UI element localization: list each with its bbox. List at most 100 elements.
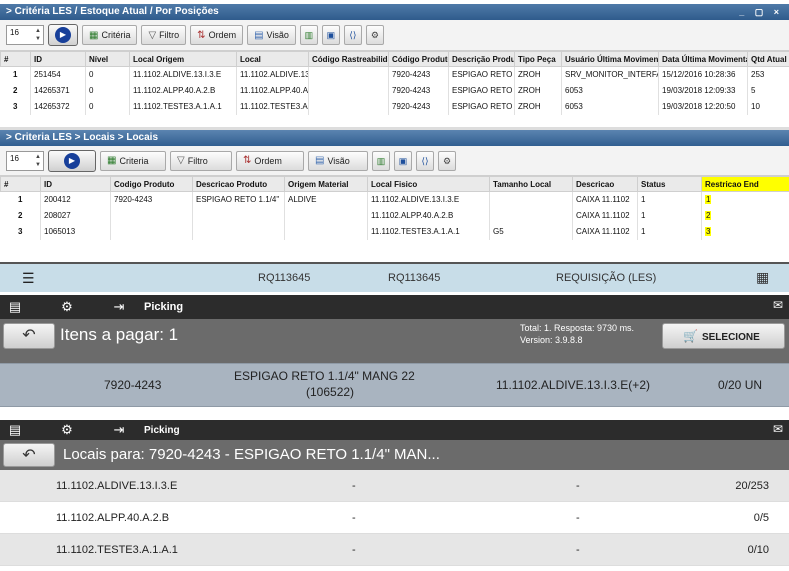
grid-icon: ▦ bbox=[89, 29, 99, 41]
menu-icon[interactable]: ☰ bbox=[22, 270, 35, 287]
logout-icon[interactable]: ⇥ bbox=[104, 299, 134, 315]
run-button[interactable]: ▶ bbox=[48, 149, 96, 172]
table-cell: 11.1102.ALPP.40.A.2.B bbox=[236, 82, 309, 99]
app-title: Picking bbox=[144, 301, 184, 313]
highlighted-value: 3 bbox=[705, 227, 712, 236]
panel-estoque: > Critéria LES / Estoque Atual / Por Pos… bbox=[0, 4, 789, 128]
column-header[interactable]: Descricao Produto bbox=[192, 176, 285, 192]
table-cell: 3 bbox=[0, 98, 31, 115]
version-text: Version: 3.9.8.8 bbox=[520, 335, 583, 345]
location-row[interactable]: 11.1102.TESTE3.A.1.A.1 - - 0/10 bbox=[0, 534, 789, 566]
logout-icon[interactable]: ⇥ bbox=[104, 422, 134, 438]
menu-icon[interactable]: ▤ bbox=[0, 422, 30, 438]
filter-button[interactable]: ▽ Filtro bbox=[170, 150, 232, 171]
column-header[interactable]: Local Origem bbox=[129, 51, 237, 67]
export-icon[interactable]: ▥ bbox=[372, 150, 390, 171]
code-icon[interactable]: ⟨⟩ bbox=[416, 150, 434, 171]
filter-button[interactable]: ▽ Filtro bbox=[141, 25, 187, 45]
table-cell bbox=[308, 66, 389, 83]
export-icon[interactable]: ▥ bbox=[299, 25, 318, 45]
table-row[interactable]: 3 1065013 11.1102.TESTE3.A.1.A.1 G5 CAIXA 11… bbox=[0, 223, 789, 240]
run-button[interactable]: ▶ bbox=[48, 24, 78, 46]
order-button[interactable]: ⇅ Ordem bbox=[190, 25, 244, 45]
column-header[interactable]: Descricao bbox=[572, 176, 638, 192]
boxes-icon: ▦ bbox=[756, 269, 770, 285]
requisition-bar[interactable]: ☰ RQ113645 RQ113645 REQUISIÇÃO (LES) ▦ bbox=[0, 262, 789, 292]
table-cell bbox=[110, 223, 193, 240]
locations-heading: Locais para: 7920-4243 - ESPIGAO RETO 1.… bbox=[63, 446, 440, 463]
column-header[interactable]: # bbox=[0, 51, 31, 67]
column-header[interactable]: Descrição Produto bbox=[448, 51, 515, 67]
column-header[interactable]: Usuário Última Movimentação bbox=[561, 51, 659, 67]
app-title: Picking bbox=[144, 424, 180, 436]
panel-locais: > Criteria LES > Locais > Locais 16 ▶ ▦C… bbox=[0, 130, 789, 246]
panel-title-text: > Critéria LES / Estoque Atual / Por Pos… bbox=[6, 6, 219, 17]
inbox-icon[interactable]: ✉ bbox=[773, 422, 783, 436]
column-header[interactable]: Código Rastreabilidade bbox=[308, 51, 389, 67]
table-cell: SRV_MONITOR_INTERFACE bbox=[561, 66, 659, 83]
table-cell: 15/12/2016 10:28:36 bbox=[658, 66, 748, 83]
column-header[interactable]: Qtd Atual bbox=[747, 51, 789, 67]
locations-header: ↶ Locais para: 7920-4243 - ESPIGAO RETO … bbox=[0, 440, 789, 470]
order-label: Ordem bbox=[254, 155, 282, 166]
table-cell: ESPIGAO RETO 1.1/4" bbox=[192, 191, 285, 208]
save-icon[interactable]: ▣ bbox=[394, 150, 412, 171]
column-header[interactable]: Status bbox=[637, 176, 702, 192]
table-cell: 11.1102.TESTE3.A.1.A.1 bbox=[129, 98, 237, 115]
inbox-icon[interactable]: ✉ bbox=[773, 298, 783, 312]
column-header[interactable]: Local Fisico bbox=[367, 176, 490, 192]
item-row[interactable]: 7920-4243 ESPIGAO RETO 1.1/4" MANG 22 (1… bbox=[0, 363, 789, 407]
back-button[interactable]: ↶ bbox=[3, 443, 55, 467]
page-size-spinner[interactable]: 16 bbox=[6, 25, 44, 45]
view-label: Visão bbox=[266, 30, 289, 40]
view-button[interactable]: ▤ Visão bbox=[247, 25, 296, 45]
location-row[interactable]: 11.1102.ALDIVE.13.I.3.E - - 20/253 bbox=[0, 470, 789, 502]
gear-icon[interactable]: ⚙ bbox=[52, 422, 82, 438]
column-header[interactable]: Tamanho Local bbox=[489, 176, 573, 192]
column-header[interactable]: Código Produto bbox=[388, 51, 449, 67]
table-row[interactable]: 1 200412 7920-4243 ESPIGAO RETO 1.1/4" ALDIV… bbox=[0, 191, 789, 208]
column-header[interactable]: Nível bbox=[85, 51, 130, 67]
table-row[interactable]: 2 208027 11.1102.ALPP.40.A.2.B CAIXA 11.110… bbox=[0, 207, 789, 224]
table-cell bbox=[110, 207, 193, 224]
criteria-button[interactable]: ▦ Criteria bbox=[100, 150, 166, 171]
window-controls[interactable]: _ ▢ × bbox=[739, 4, 783, 20]
page-size-spinner[interactable]: 16 bbox=[6, 150, 44, 171]
code-icon[interactable]: ⟨⟩ bbox=[343, 25, 362, 45]
table-cell: 3 bbox=[701, 223, 789, 240]
toolbar: 16 ▶ ▦Criteria ▽Filtro ⇅Ordem ▤Visão ▥ ▣… bbox=[0, 146, 789, 176]
table-cell: 14265371 bbox=[30, 82, 86, 99]
settings-icon[interactable]: ⚙ bbox=[438, 150, 456, 171]
column-header[interactable]: ID bbox=[40, 176, 111, 192]
table-row[interactable]: 1 251454 0 11.1102.ALDIVE.13.I.3.E 11.1102.A… bbox=[0, 66, 789, 83]
menu-icon[interactable]: ▤ bbox=[0, 299, 30, 315]
table-cell: 19/03/2018 12:09:33 bbox=[658, 82, 748, 99]
table-cell: 11.1102.ALPP.40.A.2.B bbox=[129, 82, 237, 99]
table-cell bbox=[308, 98, 389, 115]
select-button[interactable]: 🛒 SELECIONE bbox=[662, 323, 785, 349]
back-arrow-icon: ↶ bbox=[22, 327, 36, 344]
criteria-button[interactable]: ▦ Critéria bbox=[82, 25, 138, 45]
location-col-b: - bbox=[576, 480, 580, 492]
column-header[interactable]: Local bbox=[236, 51, 309, 67]
save-icon[interactable]: ▣ bbox=[321, 25, 340, 45]
order-button[interactable]: ⇅ Ordem bbox=[236, 150, 304, 171]
column-header[interactable]: ID bbox=[30, 51, 86, 67]
location-row[interactable]: 11.1102.ALPP.40.A.2.B - - 0/5 bbox=[0, 502, 789, 534]
table-cell: 200412 bbox=[40, 191, 111, 208]
table-row[interactable]: 3 14265372 0 11.1102.TESTE3.A.1.A.1 11.1102.… bbox=[0, 98, 789, 115]
table-row[interactable]: 2 14265371 0 11.1102.ALPP.40.A.2.B 11.1102.A… bbox=[0, 82, 789, 99]
back-button[interactable]: ↶ bbox=[3, 323, 55, 349]
location-col-b: - bbox=[576, 512, 580, 524]
column-header[interactable]: Tipo Peça bbox=[514, 51, 562, 67]
view-button[interactable]: ▤ Visão bbox=[308, 150, 368, 171]
column-header[interactable]: # bbox=[0, 176, 41, 192]
column-header[interactable]: Codigo Produto bbox=[110, 176, 193, 192]
column-header[interactable]: Restricao End bbox=[701, 176, 789, 192]
column-header[interactable]: Data Última Movimentação bbox=[658, 51, 748, 67]
table-cell: 7920-4243 bbox=[388, 98, 449, 115]
table-cell bbox=[308, 82, 389, 99]
gear-icon[interactable]: ⚙ bbox=[52, 299, 82, 315]
column-header[interactable]: Origem Material bbox=[284, 176, 368, 192]
settings-icon[interactable]: ⚙ bbox=[365, 25, 384, 45]
